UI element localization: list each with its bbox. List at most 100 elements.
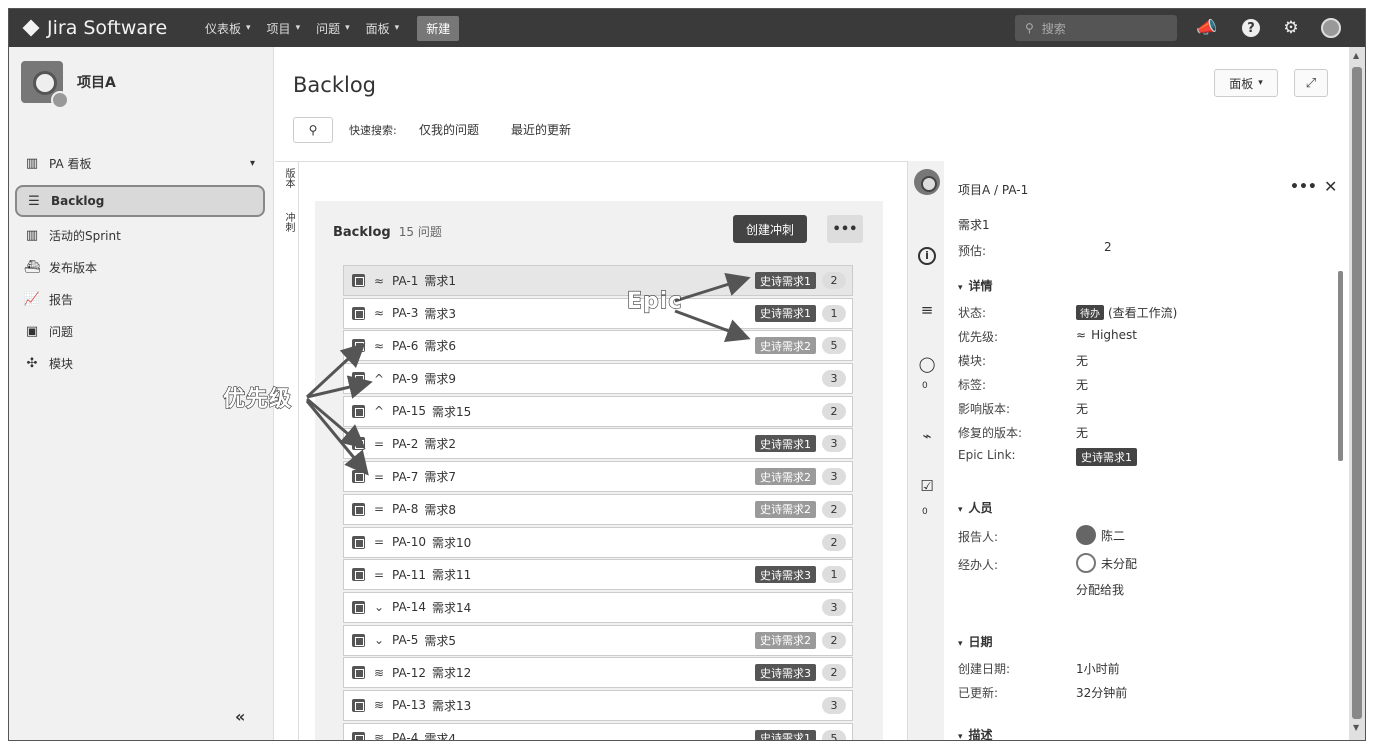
issue-key[interactable]: PA-13 (392, 698, 426, 712)
scrollbar-thumb[interactable] (1352, 67, 1362, 719)
field-value[interactable]: 无 (1076, 400, 1088, 417)
subtask-icon[interactable]: ☑ (916, 477, 938, 495)
issue-row[interactable]: ≋ PA-13 需求13 3 (343, 689, 853, 721)
nav-menu-dashboards[interactable]: 仪表板 ▾ (205, 20, 251, 37)
expand-icon[interactable]: ⤢ (1294, 69, 1328, 97)
tab-versions[interactable]: 版本 (281, 168, 296, 188)
nav-menu-issues[interactable]: 问题 ▾ (316, 20, 350, 37)
attachment-icon[interactable]: ⌁ (916, 427, 938, 445)
section-dates[interactable]: ▾ 日期 (958, 633, 993, 650)
issue-summary[interactable]: 需求1 (958, 216, 990, 233)
epic-badge[interactable]: 史诗需求2 (755, 337, 816, 355)
board-dropdown-button[interactable]: 面板 ▾ (1214, 69, 1278, 97)
section-people[interactable]: ▾ 人员 (958, 499, 993, 516)
issue-row[interactable]: ≈ PA-6 需求6 史诗需求2 5 (343, 330, 853, 362)
section-description[interactable]: ▾ 描述 (958, 726, 993, 740)
issue-key[interactable]: PA-4 (392, 731, 418, 740)
create-sprint-button[interactable]: 创建冲刺 (733, 215, 807, 243)
issue-row[interactable]: = PA-8 需求8 史诗需求2 2 (343, 493, 853, 525)
more-options-button[interactable]: ••• (827, 215, 863, 243)
help-icon[interactable]: ? (1239, 16, 1263, 40)
epic-badge[interactable]: 史诗需求2 (755, 631, 816, 649)
epic-badge[interactable]: 史诗需求3 (755, 664, 816, 682)
issue-key[interactable]: PA-14 (392, 600, 426, 614)
issue-row[interactable]: = PA-11 需求11 史诗需求3 1 (343, 559, 853, 591)
search-input[interactable]: ⚲ 搜索 (1015, 15, 1177, 41)
sidebar-item-active-sprint[interactable]: ▥ 活动的Sprint (23, 223, 263, 247)
user-avatar[interactable] (1319, 16, 1343, 40)
jira-logo[interactable]: Jira Software (22, 17, 205, 39)
issue-key[interactable]: PA-5 (392, 633, 418, 647)
sidebar-item-releases[interactable]: ⛴ 发布版本 (23, 255, 263, 279)
sidebar-item-components[interactable]: ✣ 模块 (23, 351, 263, 375)
issue-row[interactable]: = PA-7 需求7 史诗需求2 3 (343, 461, 853, 493)
issue-key[interactable]: PA-7 (392, 470, 418, 484)
issue-row[interactable]: = PA-10 需求10 2 (343, 526, 853, 558)
scroll-down-icon[interactable]: ▼ (1353, 723, 1359, 732)
quick-filter-my-issues[interactable]: 仅我的问题 (419, 121, 479, 138)
epic-badge[interactable]: 史诗需求2 (755, 500, 816, 518)
issue-key[interactable]: PA-12 (392, 666, 426, 680)
nav-menu-projects[interactable]: 项目 ▾ (267, 20, 301, 37)
issue-key[interactable]: PA-2 (392, 437, 418, 451)
issue-key[interactable]: PA-10 (392, 535, 426, 549)
epic-badge[interactable]: 史诗需求1 (755, 272, 816, 289)
issue-row[interactable]: = PA-2 需求2 史诗需求1 3 (343, 428, 853, 460)
status-badge[interactable]: 待办 (1076, 305, 1104, 320)
reporter-value[interactable]: 陈二 (1076, 525, 1125, 545)
detail-more-button[interactable]: ••• (1290, 179, 1317, 195)
project-header[interactable]: 项目A (21, 61, 116, 109)
epic-badge[interactable]: 史诗需求1 (755, 435, 816, 453)
field-value[interactable]: 待办 (查看工作流) (1076, 304, 1177, 321)
issue-key[interactable]: PA-11 (392, 568, 426, 582)
assignee-value[interactable]: 未分配 (1076, 553, 1137, 573)
estimate-value[interactable]: 2 (1104, 240, 1112, 254)
assign-to-me-link[interactable]: 分配给我 (1076, 581, 1124, 598)
epic-badge[interactable]: 史诗需求1 (755, 729, 816, 740)
field-value[interactable]: 无 (1076, 352, 1088, 369)
issue-row[interactable]: ^ PA-15 需求15 2 (343, 395, 853, 427)
page-scrollbar[interactable]: ▲ ▼ (1349, 47, 1365, 740)
epic-badge[interactable]: 史诗需求2 (755, 468, 816, 486)
info-icon[interactable]: i (916, 245, 938, 265)
issue-row[interactable]: ≋ PA-4 需求4 史诗需求1 5 (343, 722, 853, 740)
field-value[interactable]: 史诗需求1 (1076, 448, 1137, 466)
close-icon[interactable]: ✕ (1324, 177, 1337, 196)
quick-search-button[interactable]: ⚲ (293, 117, 333, 143)
issue-key[interactable]: PA-15 (392, 404, 426, 418)
issue-row[interactable]: ≈ PA-1 需求1 史诗需求1 2 (343, 265, 853, 296)
sidebar-item-issues[interactable]: ▣ 问题 (23, 319, 263, 343)
nav-menu-boards[interactable]: 面板 ▾ (366, 20, 400, 37)
issue-key[interactable]: PA-9 (392, 372, 418, 386)
comment-icon[interactable]: ◯ (916, 355, 938, 373)
field-value[interactable]: 无 (1076, 424, 1088, 441)
issue-key[interactable]: PA-3 (392, 306, 418, 320)
gear-icon[interactable]: ⚙ (1279, 16, 1303, 40)
description-icon[interactable]: ≡ (916, 301, 938, 319)
breadcrumb[interactable]: 项目A / PA-1 (958, 181, 1028, 198)
megaphone-icon[interactable]: 📣 (1195, 16, 1219, 40)
collapse-sidebar-button[interactable]: « (235, 707, 245, 726)
issue-key[interactable]: PA-6 (392, 339, 418, 353)
epic-link-badge[interactable]: 史诗需求1 (1076, 448, 1137, 466)
sidebar-item-backlog[interactable]: ☰ Backlog (15, 185, 265, 217)
quick-filter-recent[interactable]: 最近的更新 (511, 121, 571, 138)
issue-row[interactable]: ^ PA-9 需求9 3 (343, 363, 853, 395)
sidebar-item-reports[interactable]: 📈 报告 (23, 287, 263, 311)
issue-row[interactable]: ⌄ PA-14 需求14 3 (343, 591, 853, 623)
detail-scrollbar[interactable] (1338, 271, 1343, 461)
section-details[interactable]: ▾ 详情 (958, 277, 993, 294)
issue-key[interactable]: PA-8 (392, 502, 418, 516)
issue-key[interactable]: PA-1 (392, 274, 418, 288)
issue-row[interactable]: ⌄ PA-5 需求5 史诗需求2 2 (343, 624, 853, 656)
create-button[interactable]: 新建 (417, 15, 460, 41)
issue-row[interactable]: ≋ PA-12 需求12 史诗需求3 2 (343, 657, 853, 689)
field-value[interactable]: 无 (1076, 376, 1088, 393)
epic-badge[interactable]: 史诗需求1 (755, 304, 816, 322)
scroll-up-icon[interactable]: ▲ (1353, 51, 1359, 60)
tab-epics[interactable]: 冲刺 (281, 212, 296, 232)
epic-badge[interactable]: 史诗需求3 (755, 566, 816, 584)
issue-row[interactable]: ≈ PA-3 需求3 史诗需求1 1 (343, 297, 853, 329)
board-selector[interactable]: ▥ PA 看板 ▾ (23, 151, 263, 175)
field-value[interactable]: ≈ Highest (1076, 328, 1137, 342)
